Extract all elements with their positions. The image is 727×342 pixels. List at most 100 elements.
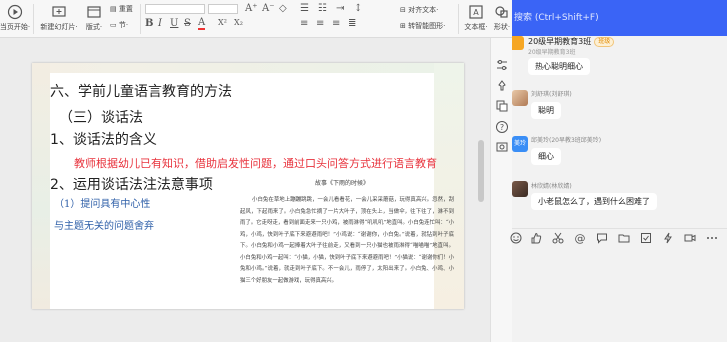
slide-subheading[interactable]: （三）谈话法	[59, 107, 143, 127]
svg-text:?: ?	[500, 123, 504, 132]
thumbs-up-icon[interactable]	[530, 232, 542, 244]
textbox-label: 文本框·	[464, 23, 488, 31]
slide-point-2[interactable]: 2、运用谈话法注法意事项	[50, 174, 213, 194]
more-icon[interactable]	[706, 232, 718, 244]
sliders-icon[interactable]	[495, 58, 509, 72]
layout-button[interactable]: 版式·	[82, 2, 106, 36]
group-subtitle: 20级早期教育3班	[528, 49, 576, 56]
ribbon-divider	[140, 4, 141, 34]
scissors-icon[interactable]	[552, 232, 564, 244]
play-label: 当页开始·	[0, 23, 31, 31]
shape-label: 形状·	[493, 23, 511, 31]
chat-message-bubble[interactable]: 热心聪明细心	[528, 58, 590, 75]
font-name-select[interactable]	[145, 4, 205, 14]
shape-icon	[495, 6, 508, 18]
indent-icon[interactable]: ⇥	[336, 3, 344, 14]
story-text[interactable]: 小白兔在草地上蹦蹦跳跳，一会儿看看花，一会儿采采蘑菇，玩得真高兴。忽然，刮起风，…	[240, 195, 454, 287]
align-text-button[interactable]: ⊟ 对齐文本·	[400, 5, 438, 15]
chat-panel: 搜索 (Ctrl+Shift+F) 20级早期教育3班 班级 20级早期教育3班 …	[510, 0, 727, 342]
font-size-select[interactable]	[208, 4, 238, 14]
layout-label: 版式·	[85, 23, 103, 31]
svg-text:@: @	[575, 232, 586, 244]
align-left-icon[interactable]: ≡	[300, 18, 308, 29]
chat-bubble-icon[interactable]	[596, 232, 608, 244]
reset-button[interactable]: ▤ 重置	[110, 4, 133, 14]
shrink-font-icon[interactable]: A⁻	[262, 3, 275, 14]
align-text-label: 对齐文本·	[408, 6, 439, 14]
reset-label: 重置	[118, 5, 133, 13]
slide-point-1[interactable]: 1、谈话法的含义	[50, 129, 157, 149]
folder-icon[interactable]	[618, 232, 630, 244]
ribbon-divider	[458, 4, 459, 34]
grow-font-icon[interactable]: A⁺	[245, 3, 258, 14]
convert-smartart-button[interactable]: ⊞ 转智能图形·	[400, 21, 445, 31]
slide-heading[interactable]: 六、学前儿童语言教育的方法	[50, 81, 232, 101]
help-icon[interactable]: ?	[495, 120, 509, 134]
group-title[interactable]: 20级早期教育3班 班级	[528, 36, 615, 47]
svg-text:A: A	[473, 8, 479, 17]
slide-subpoint-note[interactable]: 与主题无关的问题舍弃	[54, 217, 154, 232]
screenshot-icon[interactable]	[495, 140, 509, 154]
task-check-icon[interactable]	[640, 232, 652, 244]
subscript-icon[interactable]: X₂	[234, 18, 243, 27]
line-spacing-icon[interactable]: ↕	[354, 3, 362, 14]
chat-message-bubble[interactable]: 小老鼠怎么了，遇到什么困难了	[531, 193, 657, 210]
avatar[interactable]	[512, 90, 528, 106]
underline-icon[interactable]: U	[170, 18, 178, 29]
smartart-icon: ⊞	[400, 22, 406, 30]
message-sender: 刘舒琪(刘舒琪)	[531, 91, 572, 98]
copy-icon[interactable]	[495, 99, 509, 113]
emoji-icon[interactable]	[510, 232, 522, 244]
message-sender: 邱美玲(20早教3班邱美玲)	[531, 137, 602, 144]
slide-decoration-top	[32, 63, 464, 73]
mention-icon[interactable]: @	[574, 232, 586, 244]
font-color-icon[interactable]: A	[198, 18, 206, 30]
convert-shape-label: 转智能图形·	[408, 22, 446, 30]
pin-icon[interactable]	[495, 79, 509, 93]
section-button[interactable]: ▭ 节·	[110, 20, 128, 30]
group-name: 20级早期教育3班	[528, 37, 592, 46]
new-slide-button[interactable]: 新建幻灯片·	[38, 2, 80, 36]
ribbon-divider	[33, 4, 34, 34]
slide-canvas[interactable]: 六、学前儿童语言教育的方法 （三）谈话法 1、谈话法的含义 教师根据幼儿已有知识…	[32, 63, 464, 309]
shape-button[interactable]: 形状·	[492, 2, 512, 36]
story-title[interactable]: 故事《下雨的时候》	[315, 178, 369, 187]
superscript-icon[interactable]: X²	[218, 18, 227, 27]
slide-definition-text[interactable]: 教师根据幼儿已有知识，借助启发性问题，通过口头问答方式进行语言教育	[74, 155, 437, 171]
clear-format-icon[interactable]: ◇	[279, 3, 287, 14]
play-from-current-button[interactable]: 当页开始·	[0, 2, 30, 36]
bullet-list-icon[interactable]: ☰	[300, 3, 309, 14]
editor-scrollbar-thumb[interactable]	[478, 140, 484, 202]
textbox-icon: A	[469, 5, 483, 19]
align-center-icon[interactable]: ≡	[316, 18, 324, 29]
align-text-icon: ⊟	[400, 6, 406, 14]
align-right-icon[interactable]: ≡	[332, 18, 340, 29]
bold-icon[interactable]: B	[145, 18, 153, 29]
numbered-list-icon[interactable]: ☷	[318, 3, 327, 14]
new-slide-label: 新建幻灯片·	[40, 23, 78, 31]
group-tag: 班级	[594, 36, 615, 47]
italic-icon[interactable]: I	[158, 18, 162, 29]
avatar[interactable]: 美玲	[512, 136, 528, 152]
new-slide-icon	[52, 6, 66, 17]
lightning-icon[interactable]	[662, 232, 674, 244]
layout-icon	[87, 6, 101, 18]
reset-icon: ▤	[110, 5, 117, 13]
play-icon	[7, 4, 23, 20]
slide-subpoint[interactable]: （1）提问具有中心性	[54, 195, 150, 210]
message-sender: 林欣婧(林欣婧)	[531, 183, 572, 190]
chat-message-bubble[interactable]: 聪明	[531, 102, 561, 119]
slide-decoration-left	[32, 63, 50, 309]
slide-editor-area[interactable]: 六、学前儿童语言教育的方法 （三）谈话法 1、谈话法的含义 教师根据幼儿已有知识…	[0, 38, 490, 342]
chat-search-input[interactable]: 搜索 (Ctrl+Shift+F)	[512, 9, 727, 27]
video-call-icon[interactable]	[684, 232, 696, 244]
chat-message-bubble[interactable]: 细心	[531, 148, 561, 165]
textbox-button[interactable]: A 文本框·	[461, 2, 491, 36]
strikethrough-icon[interactable]: S	[184, 18, 191, 29]
ribbon-toolbar: 当页开始· 新建幻灯片· 版式· ▤ 重置 ▭ 节· A⁺ A⁻ ◇ B I U…	[0, 0, 512, 38]
group-avatar	[512, 36, 524, 50]
side-tool-strip: ?	[490, 38, 512, 342]
section-icon: ▭	[110, 21, 117, 29]
justify-icon[interactable]: ≣	[348, 18, 356, 29]
avatar[interactable]	[512, 181, 528, 197]
